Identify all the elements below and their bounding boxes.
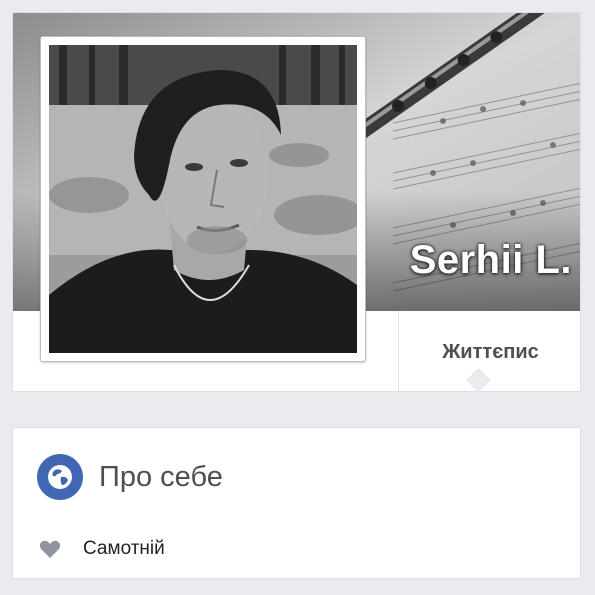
profile-name[interactable]: Serhii L.: [410, 238, 572, 283]
relationship-row: Самотній: [39, 538, 165, 560]
about-title: Про себе: [99, 460, 223, 493]
profile-picture-frame[interactable]: [40, 36, 366, 362]
about-header[interactable]: Про себе: [37, 454, 223, 500]
relationship-status: Самотній: [83, 538, 165, 559]
profile-picture[interactable]: [49, 45, 357, 353]
avatar-photo: [49, 45, 357, 353]
globe-icon: [37, 454, 83, 500]
about-card: Про себе Самотній: [12, 427, 581, 579]
heart-icon: [39, 540, 61, 558]
